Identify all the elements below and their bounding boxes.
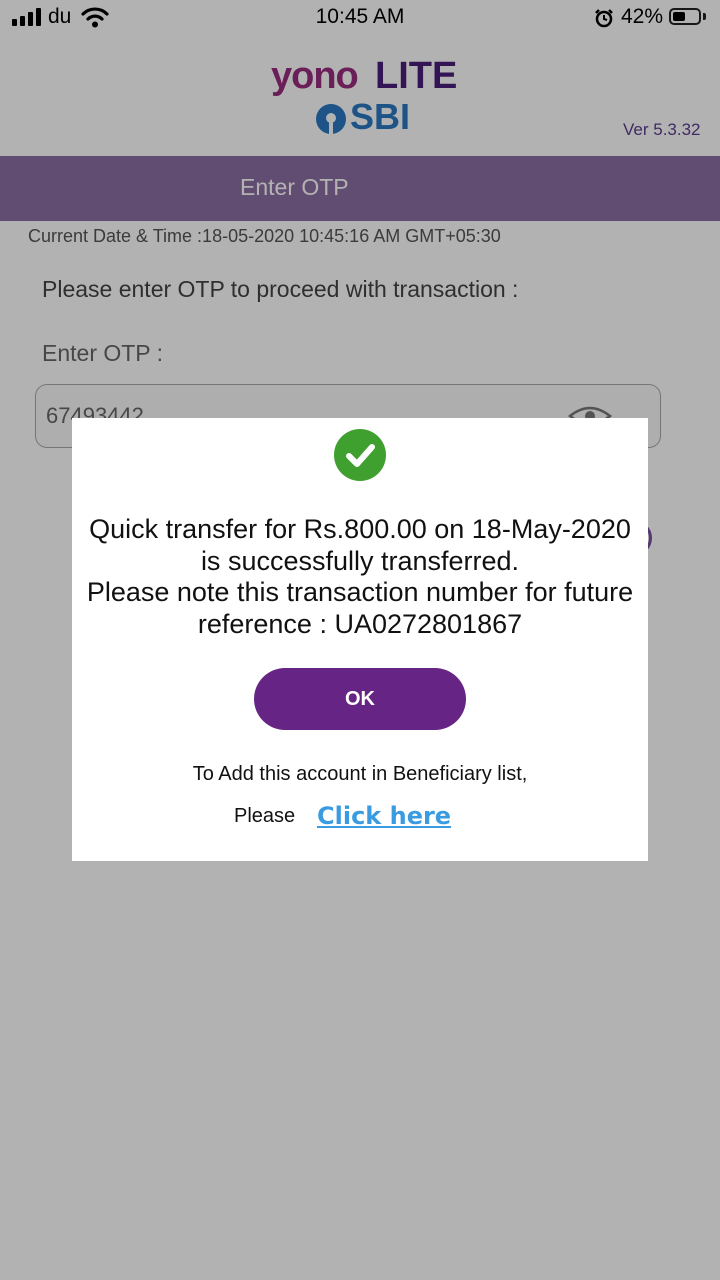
message-line: is successfully transferred.	[200, 545, 520, 576]
success-message: Quick transfer for Rs.800.00 on 18-May-2…	[72, 514, 648, 640]
please-text: Please	[234, 805, 296, 827]
message-line: Please note this transaction number for …	[86, 577, 634, 607]
beneficiary-text: To Add this account in Beneficiary list,	[192, 763, 528, 785]
check-circle-icon	[334, 429, 386, 481]
success-dialog: Quick transfer for Rs.800.00 on 18-May-2…	[72, 418, 648, 861]
message-line: Quick transfer for Rs.800.00 on 18-May-2…	[89, 514, 631, 544]
ok-button[interactable]: OK	[254, 668, 466, 730]
message-line: reference : UA0272801867	[197, 608, 523, 639]
click-here-link[interactable]: Click here	[317, 802, 451, 830]
